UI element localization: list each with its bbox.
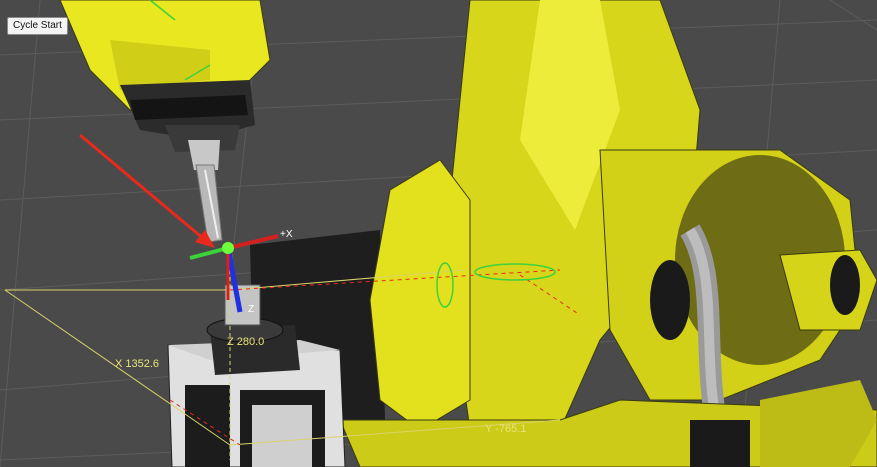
x-dimension-label: X 1352.6 bbox=[115, 358, 160, 370]
triad-x-label: +X bbox=[280, 229, 293, 240]
3d-viewport[interactable]: Cycle Start +X Z X 1352.6 Z 280.0 Y -765… bbox=[0, 0, 877, 467]
y-dimension-label: Y -765.1 bbox=[485, 423, 527, 435]
robot-arm[interactable] bbox=[339, 0, 877, 467]
triad-z-label: Z bbox=[248, 304, 255, 315]
cycle-start-tooltip: Cycle Start bbox=[7, 17, 68, 35]
robot-scene[interactable] bbox=[0, 0, 877, 467]
z-dimension-label: Z 280.0 bbox=[227, 336, 265, 348]
